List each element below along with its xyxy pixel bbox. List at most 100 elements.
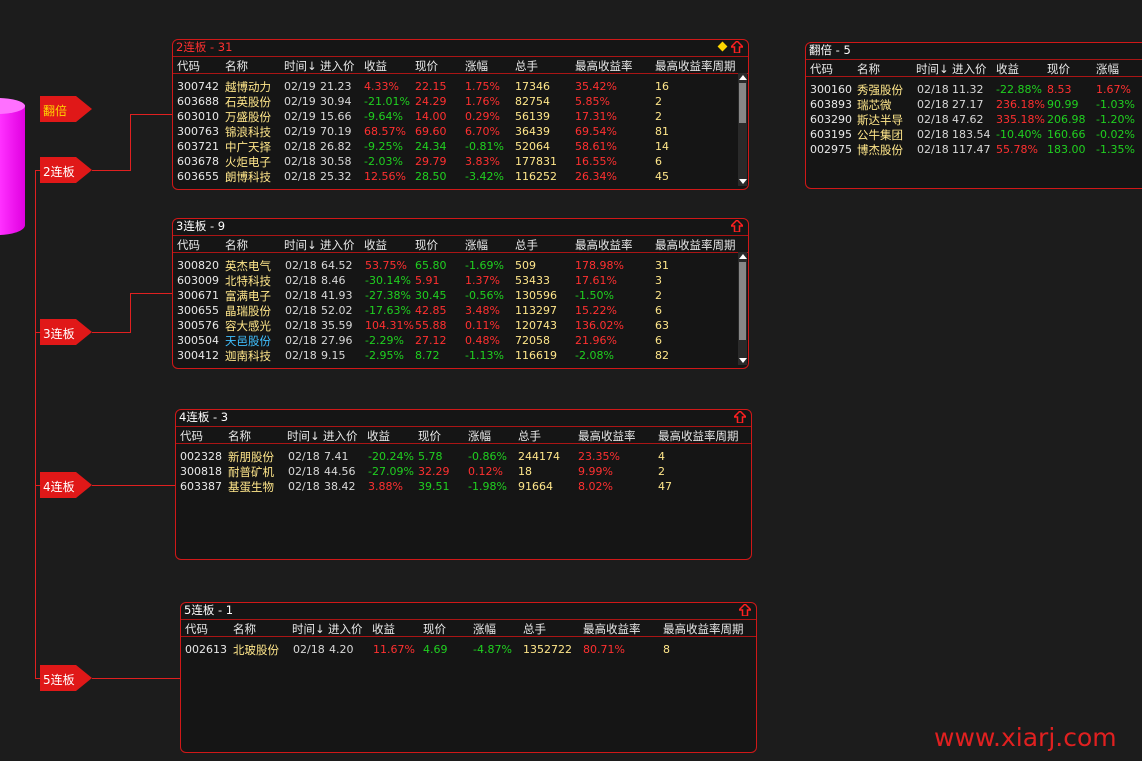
col-header-code[interactable]: 代码	[180, 428, 203, 444]
table-row[interactable]: 603678 火炬电子 02/18 30.58 -2.03% 29.79 3.83% 1778…	[173, 154, 748, 169]
col-header-max-period[interactable]: 最高收益率周期	[655, 237, 736, 253]
vertical-scrollbar[interactable]	[738, 73, 747, 186]
table-row[interactable]: 603893 瑞芯微 02/18 27.17 236.18% 90.99 -1.03%	[806, 97, 1142, 112]
scroll-thumb[interactable]	[739, 83, 746, 123]
table-row[interactable]: 603010 万盛股份 02/19 15.66 -9.64% 14.00 0.29% 5613…	[173, 109, 748, 124]
col-header-code[interactable]: 代码	[810, 61, 833, 77]
table-row[interactable]: 603009 北特科技 02/18 8.46 -30.14% 5.91 1.37% 53433…	[173, 273, 748, 288]
tree-node-5lianban[interactable]: 5连板	[40, 665, 92, 691]
col-header-change[interactable]: 涨幅	[465, 237, 488, 253]
col-header-entry[interactable]: 进入价	[328, 621, 363, 637]
col-header-return[interactable]: 收益	[364, 58, 387, 74]
col-header-volume[interactable]: 总手	[523, 621, 546, 637]
col-header-volume[interactable]: 总手	[518, 428, 541, 444]
table-row[interactable]: 603655 朗博科技 02/18 25.32 12.56% 28.50 -3.42% 116…	[173, 169, 748, 184]
tree-node-label: 3连板	[43, 327, 75, 341]
collapse-up-arrow-icon[interactable]	[739, 604, 751, 616]
col-header-max-period[interactable]: 最高收益率周期	[663, 621, 744, 637]
col-header-change[interactable]: 涨幅	[465, 58, 488, 74]
collapse-up-arrow-icon[interactable]	[731, 41, 743, 53]
col-header-time[interactable]: 时间↓	[284, 237, 317, 253]
scroll-down-arrow-icon[interactable]	[739, 358, 747, 363]
table-row[interactable]: 300504 天邑股份 02/18 27.96 -2.29% 27.12 0.48% 7205…	[173, 333, 748, 348]
col-header-max-return[interactable]: 最高收益率	[575, 237, 633, 253]
table-row[interactable]: 300742 越博动力 02/19 21.23 4.33% 22.15 1.75% 17346…	[173, 79, 748, 94]
tree-node-2lianban[interactable]: 2连板	[40, 157, 92, 183]
col-header-max-period[interactable]: 最高收益率周期	[658, 428, 739, 444]
col-header-entry[interactable]: 进入价	[320, 237, 355, 253]
col-header-entry[interactable]: 进入价	[952, 61, 987, 77]
panel-5lianban[interactable]: 5连板 - 1 代码 名称 时间↓ 进入价 收益 现价 涨幅 总手 最高收益率 …	[180, 602, 757, 753]
col-header-max-period[interactable]: 最高收益率周期	[655, 58, 736, 74]
table-row[interactable]: 300818 耐普矿机 02/18 44.56 -27.09% 32.29 0.12% 18 9…	[176, 464, 751, 479]
tree-node-3lianban[interactable]: 3连板	[40, 319, 92, 345]
col-header-volume[interactable]: 总手	[515, 58, 538, 74]
cell-time: 02/19	[284, 125, 316, 138]
col-header-max-return[interactable]: 最高收益率	[575, 58, 633, 74]
col-header-entry[interactable]: 进入价	[323, 428, 358, 444]
collapse-up-arrow-icon[interactable]	[734, 411, 746, 423]
col-header-price[interactable]: 现价	[423, 621, 446, 637]
table-row[interactable]: 300576 容大感光 02/18 35.59 104.31% 55.88 0.11% 120…	[173, 318, 748, 333]
col-header-price[interactable]: 现价	[418, 428, 441, 444]
table-row[interactable]: 603195 公牛集团 02/18 183.54 -10.40% 160.66 -0.02%	[806, 127, 1142, 142]
col-header-name[interactable]: 名称	[233, 621, 256, 637]
col-header-change[interactable]: 涨幅	[1096, 61, 1119, 77]
col-header-time[interactable]: 时间↓	[292, 621, 325, 637]
table-row[interactable]: 300763 锦浪科技 02/19 70.19 68.57% 69.60 6.70% 3643…	[173, 124, 748, 139]
vertical-scrollbar[interactable]	[738, 252, 747, 365]
col-header-max-return[interactable]: 最高收益率	[583, 621, 641, 637]
col-header-volume[interactable]: 总手	[515, 237, 538, 253]
table-row[interactable]: 002975 博杰股份 02/18 117.47 55.78% 183.00 -1.35%	[806, 142, 1142, 157]
tree-node-4lianban[interactable]: 4连板	[40, 472, 92, 498]
table-row[interactable]: 002328 新朋股份 02/18 7.41 -20.24% 5.78 -0.86% 2441…	[176, 449, 751, 464]
col-header-return[interactable]: 收益	[372, 621, 395, 637]
table-row[interactable]: 300820 英杰电气 02/18 64.52 53.75% 65.80 -1.69% 509…	[173, 258, 748, 273]
table-row[interactable]: 603721 中广天择 02/18 26.82 -9.25% 24.34 -0.81% 520…	[173, 139, 748, 154]
col-header-code[interactable]: 代码	[177, 237, 200, 253]
table-row[interactable]: 603290 斯达半导 02/18 47.62 335.18% 206.98 -1.20%	[806, 112, 1142, 127]
col-header-max-return[interactable]: 最高收益率	[578, 428, 636, 444]
cell-entry-price: 30.58	[320, 155, 352, 168]
cell-return: 53.75%	[365, 259, 407, 272]
collapse-up-arrow-icon[interactable]	[731, 220, 743, 232]
table-row[interactable]: 300160 秀强股份 02/18 11.32 -22.88% 8.53 1.67%	[806, 82, 1142, 97]
col-header-time[interactable]: 时间↓	[287, 428, 320, 444]
scroll-up-arrow-icon[interactable]	[739, 254, 747, 259]
scroll-down-arrow-icon[interactable]	[739, 179, 747, 184]
col-header-return[interactable]: 收益	[996, 61, 1019, 77]
table-row[interactable]: 300655 晶瑞股份 02/18 52.02 -17.63% 42.85 3.48% 113…	[173, 303, 748, 318]
col-header-entry[interactable]: 进入价	[320, 58, 355, 74]
col-header-change[interactable]: 涨幅	[473, 621, 496, 637]
table-row[interactable]: 603387 基蛋生物 02/18 38.42 3.88% 39.51 -1.98% 9166…	[176, 479, 751, 494]
col-header-price[interactable]: 现价	[1047, 61, 1070, 77]
panel-2lianban[interactable]: 2连板 - 31 代码 名称 时间↓ 进入价 收益 现价 涨幅 总手 最高收益率…	[172, 39, 749, 190]
table-row[interactable]: 300412 迦南科技 02/18 9.15 -2.95% 8.72 -1.13% 11661…	[173, 348, 748, 363]
tree-node-fanbei[interactable]: 翻倍	[40, 96, 92, 122]
col-header-code[interactable]: 代码	[185, 621, 208, 637]
col-header-name[interactable]: 名称	[228, 428, 251, 444]
cell-time: 02/18	[285, 349, 317, 362]
scroll-up-arrow-icon[interactable]	[739, 75, 747, 80]
col-header-name[interactable]: 名称	[857, 61, 880, 77]
col-header-price[interactable]: 现价	[415, 237, 438, 253]
col-header-name[interactable]: 名称	[225, 237, 248, 253]
cell-time: 02/18	[917, 83, 949, 96]
col-header-return[interactable]: 收益	[364, 237, 387, 253]
col-header-price[interactable]: 现价	[415, 58, 438, 74]
col-header-return[interactable]: 收益	[367, 428, 390, 444]
col-header-change[interactable]: 涨幅	[468, 428, 491, 444]
panel-4lianban[interactable]: 4连板 - 3 代码 名称 时间↓ 进入价 收益 现价 涨幅 总手 最高收益率 …	[175, 409, 752, 560]
table-row[interactable]: 002613 北玻股份 02/18 4.20 11.67% 4.69 -4.87% 13527…	[181, 642, 756, 657]
table-row[interactable]: 603688 石英股份 02/19 30.94 -21.01% 24.29 1.76% 827…	[173, 94, 748, 109]
cell-code: 300742	[177, 80, 219, 93]
scroll-thumb[interactable]	[739, 262, 746, 340]
col-header-time[interactable]: 时间↓	[284, 58, 317, 74]
col-header-name[interactable]: 名称	[225, 58, 248, 74]
col-header-code[interactable]: 代码	[177, 58, 200, 74]
table-row[interactable]: 300671 富满电子 02/18 41.93 -27.38% 30.45 -0.56% 13…	[173, 288, 748, 303]
panel-fanbei[interactable]: 翻倍 - 5 代码 名称 时间↓ 进入价 收益 现价 涨幅 300160 秀强股份…	[805, 42, 1142, 189]
col-header-time[interactable]: 时间↓	[916, 61, 949, 77]
pin-diamond-icon[interactable]	[717, 41, 728, 52]
panel-3lianban[interactable]: 3连板 - 9 代码 名称 时间↓ 进入价 收益 现价 涨幅 总手 最高收益率 …	[172, 218, 749, 369]
